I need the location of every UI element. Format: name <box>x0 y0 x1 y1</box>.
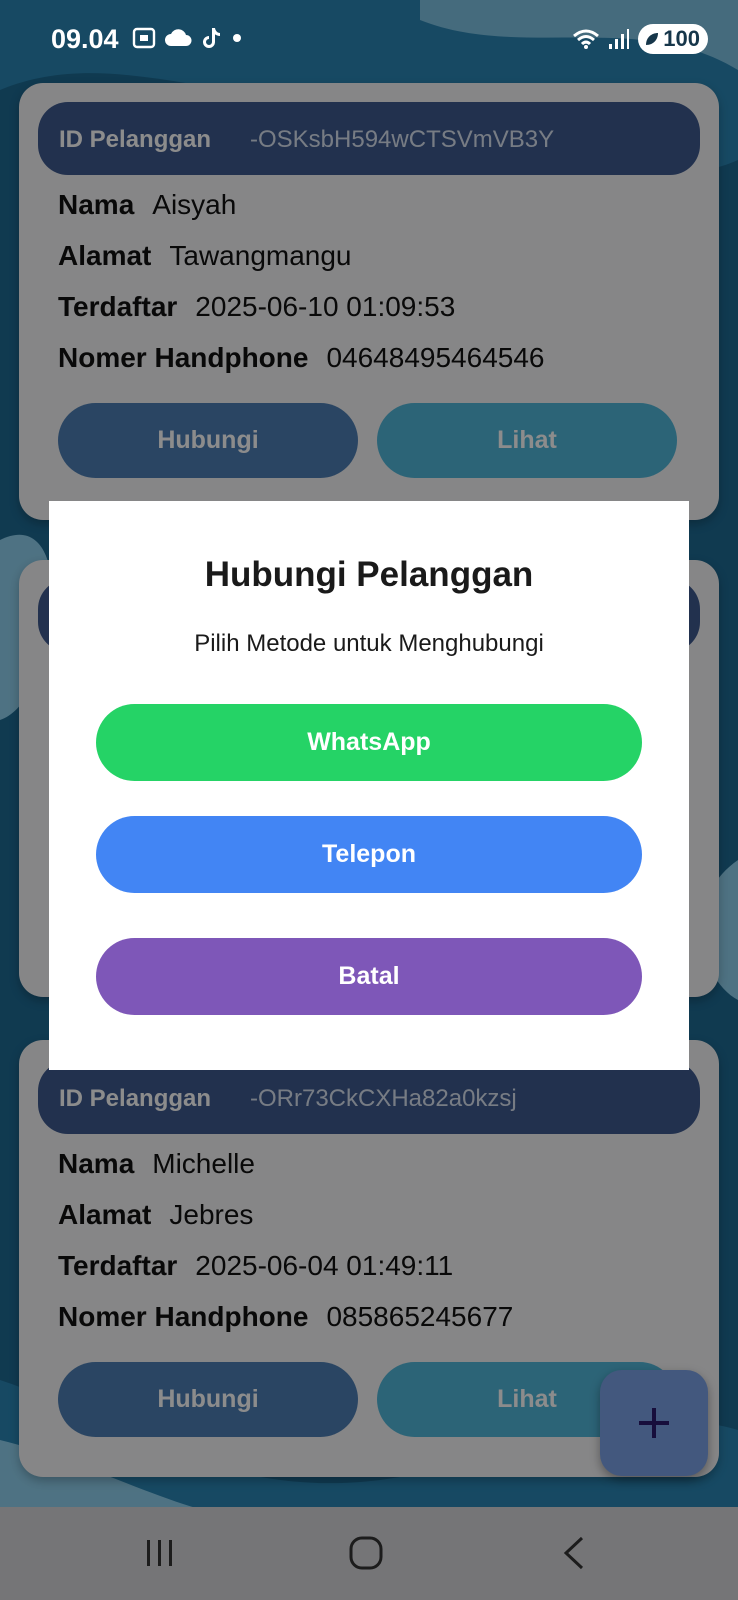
wifi-icon <box>573 29 600 49</box>
telepon-button[interactable]: Telepon <box>96 816 642 893</box>
leaf-icon <box>646 33 659 45</box>
status-time: 09.04 <box>51 24 119 54</box>
dialog-subtitle: Pilih Metode untuk Menghubungi <box>194 630 544 657</box>
cloud-icon <box>165 29 192 46</box>
signal-icon <box>609 29 630 49</box>
battery-level: 100 <box>663 26 700 51</box>
contact-dialog: Hubungi Pelanggan Pilih Metode untuk Men… <box>49 501 689 1070</box>
system-icons: 100 <box>572 24 708 54</box>
whatsapp-button[interactable]: WhatsApp <box>96 704 642 781</box>
screenshot-icon <box>132 27 156 49</box>
tiktok-icon <box>203 28 220 48</box>
dialog-title: Hubungi Pelanggan <box>204 555 534 594</box>
notification-icons <box>132 26 244 50</box>
status-bar: 09.04 100 <box>0 0 738 80</box>
batal-button[interactable]: Batal <box>96 938 642 1015</box>
battery-indicator: 100 <box>638 24 708 54</box>
dot-icon <box>233 34 241 42</box>
